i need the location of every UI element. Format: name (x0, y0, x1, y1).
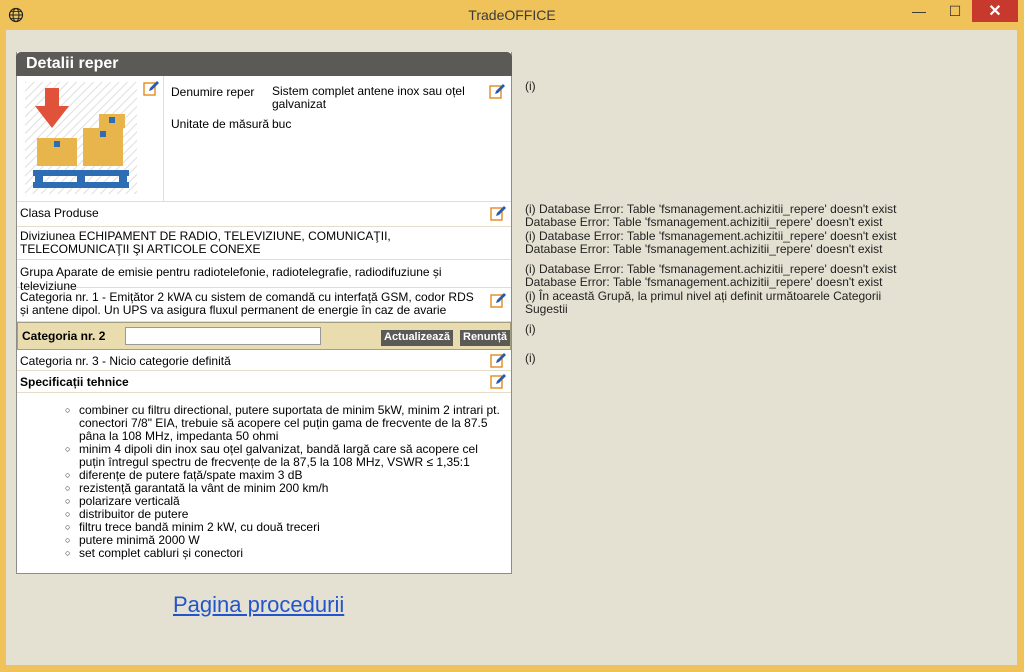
title-bar: TradeOFFICE — ☐ ✕ (0, 0, 1024, 30)
maximize-button[interactable]: ☐ (938, 0, 972, 22)
db-error-line: Database Error: Table 'fsmanagement.achi… (525, 275, 883, 289)
specs-list: combiner cu filtru directional, putere s… (65, 404, 505, 561)
suggestions-line: Sugestii (525, 302, 568, 316)
spec-item: minim 4 dipoli din inox sau oțel galvani… (65, 443, 505, 469)
procedure-page-link[interactable]: Pagina procedurii (173, 592, 344, 618)
spec-item: set complet cabluri și conectori (65, 547, 505, 561)
categoria3-text: Categoria nr. 3 - Nicio categorie defini… (20, 354, 231, 368)
edit-clasa-icon[interactable] (490, 205, 506, 221)
edit-specs-icon[interactable] (490, 373, 506, 389)
clasa-row: Clasa Produse (17, 201, 511, 227)
client-area: Detalii reper Denumire reper Sistem comp… (6, 30, 1017, 665)
edit-categoria3-icon[interactable] (490, 352, 506, 368)
minimize-button[interactable]: — (904, 0, 934, 22)
denumire-label: Denumire reper (171, 85, 255, 99)
info-denumire: (i) (525, 79, 536, 93)
categoria2-label: Categoria nr. 2 (22, 329, 106, 343)
cancel-button[interactable]: Renunță (460, 330, 510, 346)
clasa-text: Clasa Produse (20, 206, 99, 220)
spec-item: combiner cu filtru directional, putere s… (65, 404, 505, 443)
db-error-line: Database Error: Table 'fsmanagement.achi… (525, 215, 883, 229)
edit-image-icon[interactable] (143, 80, 159, 96)
update-button[interactable]: Actualizează (381, 330, 454, 346)
detail-panel: Detalii reper Denumire reper Sistem comp… (16, 52, 512, 574)
categoria1-row: Categoria nr. 1 - Emițător 2 kWA cu sist… (17, 288, 511, 322)
info-categoria3: (i) (525, 351, 536, 365)
product-image-cell (17, 76, 164, 201)
specs-header-row: Specificații tehnice (17, 371, 511, 393)
categories-info-line: (i) În această Grupă, la primul nivel aț… (525, 289, 882, 303)
panel-title: Detalii reper (16, 52, 512, 76)
unitate-label: Unitate de măsură (171, 117, 270, 131)
edit-categoria1-icon[interactable] (490, 292, 506, 308)
categoria2-input[interactable] (125, 327, 321, 345)
info-categoria2: (i) (525, 322, 536, 336)
db-error-line: Database Error: Table 'fsmanagement.achi… (525, 242, 883, 256)
categoria3-row: Categoria nr. 3 - Nicio categorie defini… (17, 351, 511, 371)
denumire-value: Sistem complet antene inox sau oțel galv… (272, 84, 465, 111)
edit-denumire-icon[interactable] (489, 83, 505, 99)
grupa-row: Grupa Aparate de emisie pentru radiotele… (17, 260, 511, 293)
categoria1-text: Categoria nr. 1 - Emițător 2 kWA cu sist… (20, 290, 474, 317)
categoria2-edit-row: Categoria nr. 2 Actualizează Renunță (17, 322, 511, 350)
unitate-value: buc (272, 117, 292, 131)
diviziunea-text: Diviziunea ECHIPAMENT DE RADIO, TELEVIZI… (20, 229, 391, 256)
diviziunea-row: Diviziunea ECHIPAMENT DE RADIO, TELEVIZI… (17, 226, 511, 260)
window-title: TradeOFFICE (468, 7, 556, 23)
close-button[interactable]: ✕ (972, 0, 1018, 22)
pallet-boxes-image (25, 82, 137, 194)
specs-title: Specificații tehnice (20, 375, 129, 389)
